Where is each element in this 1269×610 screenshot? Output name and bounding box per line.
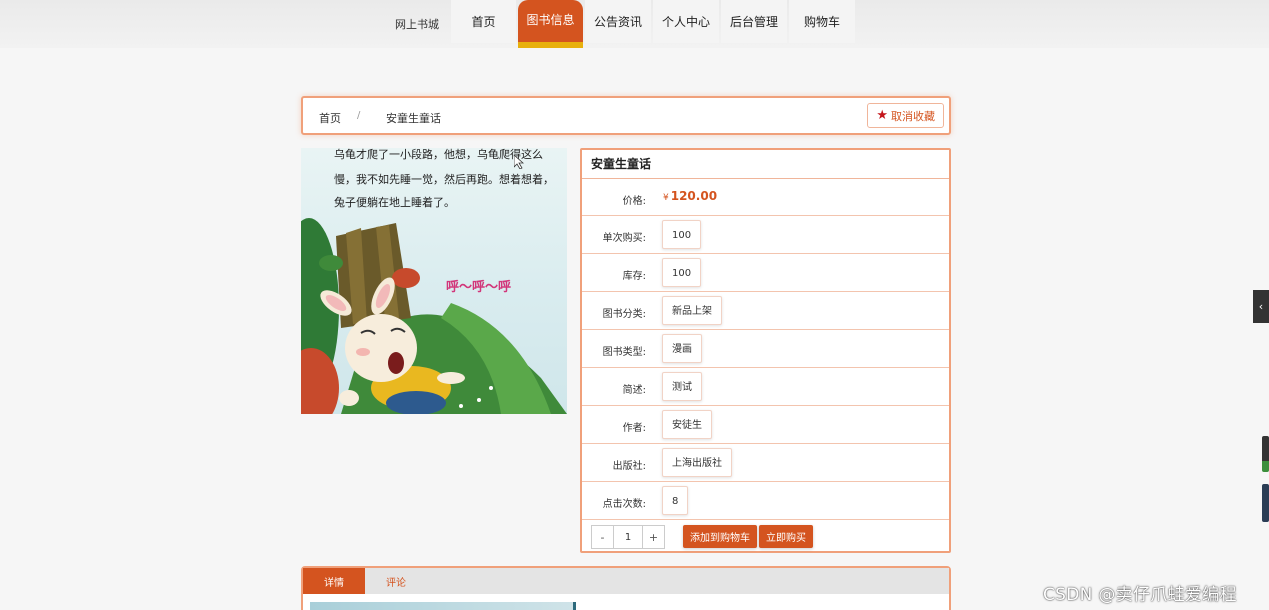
info-row-summary: 简述: 测试 — [582, 368, 949, 406]
nav-item-user-center[interactable]: 个人中心 — [653, 0, 719, 43]
add-to-cart-button[interactable]: 添加到购物车 — [683, 525, 757, 548]
csdn-watermark: CSDN @卖仔爪蛙爱编程 — [1043, 585, 1237, 605]
field-label: 单次购买: — [602, 233, 646, 244]
quantity-input[interactable]: 1 — [613, 526, 643, 548]
book-info-panel: 安童生童话 价格: ¥120.00 单次购买: 100 库存: 100 图书分类… — [580, 148, 951, 553]
top-navbar: 网上书城 首页 图书信息 公告资讯 个人中心 后台管理 购物车 — [0, 0, 1269, 48]
tab-comments[interactable]: 评论 — [365, 568, 427, 594]
book-illustration: 乌龟才爬了一小段路，他想，乌龟爬得这么 慢，我不如先睡一觉，然后再跑。想着想着，… — [301, 148, 567, 414]
quantity-decrement-button[interactable]: - — [592, 526, 613, 548]
info-row-author: 作者: 安徒生 — [582, 406, 949, 444]
info-row-per-purchase: 单次购买: 100 — [582, 216, 949, 254]
book-cover-image[interactable]: 乌龟才爬了一小段路，他想，乌龟爬得这么 慢，我不如先睡一觉，然后再跑。想着想着，… — [301, 148, 567, 414]
breadcrumb-current: 安童生童话 — [386, 112, 441, 125]
field-value: 100 — [662, 258, 702, 287]
info-row-stock: 库存: 100 — [582, 254, 949, 292]
unfavorite-label: 取消收藏 — [891, 109, 935, 123]
illustration-text-line1: 乌龟才爬了一小段路，他想，乌龟爬得这么 — [334, 148, 543, 161]
purchase-actions: - 1 + 添加到购物车 立即购买 — [582, 520, 949, 554]
field-label: 简述: — [622, 385, 646, 396]
field-label: 图书类型: — [602, 347, 646, 358]
tabs-header: 详情 评论 — [303, 568, 949, 594]
field-value: 上海出版社 — [662, 448, 732, 477]
field-value: 漫画 — [662, 334, 702, 363]
quantity-stepper: - 1 + — [591, 525, 665, 549]
tab-details[interactable]: 详情 — [303, 568, 365, 594]
info-row-type: 图书类型: 漫画 — [582, 330, 949, 368]
side-panel-toggle[interactable]: ‹ — [1253, 290, 1269, 323]
field-value: 新品上架 — [662, 296, 722, 325]
illustration-snore-text: 呼～呼～呼 — [446, 279, 511, 295]
buy-now-button[interactable]: 立即购买 — [759, 525, 813, 548]
field-label: 点击次数: — [602, 499, 646, 510]
price-value: ¥120.00 — [663, 189, 718, 203]
nav-item-cart[interactable]: 购物车 — [789, 0, 855, 43]
field-value: 8 — [662, 486, 689, 515]
illustration-text-line3: 兔子便躺在地上睡着了。 — [334, 195, 455, 209]
book-title: 安童生童话 — [582, 150, 949, 179]
unfavorite-button[interactable]: ★ 取消收藏 — [867, 103, 944, 128]
illustration-text-line2: 慢，我不如先睡一觉，然后再跑。想着想着， — [334, 172, 554, 186]
breadcrumb-separator: / — [357, 110, 361, 121]
side-widget-handle[interactable] — [1262, 436, 1269, 472]
side-widget-handle-2[interactable] — [1262, 484, 1269, 522]
nav-item-news[interactable]: 公告资讯 — [585, 0, 651, 43]
price-row: 价格: ¥120.00 — [582, 179, 949, 216]
mouse-cursor-icon — [514, 155, 524, 169]
field-label: 出版社: — [612, 461, 646, 472]
quantity-increment-button[interactable]: + — [643, 526, 664, 548]
nav-item-home[interactable]: 首页 — [451, 0, 516, 43]
field-value: 100 — [662, 220, 702, 249]
info-row-publisher: 出版社: 上海出版社 — [582, 444, 949, 482]
chevron-left-icon: ‹ — [1258, 300, 1264, 313]
detail-image — [310, 602, 576, 610]
nav-item-book-info[interactable]: 图书信息 — [518, 0, 583, 48]
breadcrumb-home-link[interactable]: 首页 — [319, 110, 341, 126]
detail-tabs-card: 详情 评论 — [301, 566, 951, 610]
price-label: 价格: — [622, 196, 646, 207]
star-icon: ★ — [876, 108, 888, 123]
field-value: 安徒生 — [662, 410, 712, 439]
field-label: 库存: — [622, 271, 646, 282]
info-row-clicks: 点击次数: 8 — [582, 482, 949, 520]
field-label: 图书分类: — [602, 309, 646, 320]
breadcrumb: 首页 / 安童生童话 ★ 取消收藏 — [301, 96, 951, 135]
field-label: 作者: — [622, 423, 646, 434]
nav-item-admin[interactable]: 后台管理 — [721, 0, 787, 43]
main-nav: 首页 图书信息 公告资讯 个人中心 后台管理 购物车 — [451, 0, 857, 48]
site-brand[interactable]: 网上书城 — [395, 16, 439, 32]
field-value: 测试 — [662, 372, 702, 401]
info-row-category: 图书分类: 新品上架 — [582, 292, 949, 330]
